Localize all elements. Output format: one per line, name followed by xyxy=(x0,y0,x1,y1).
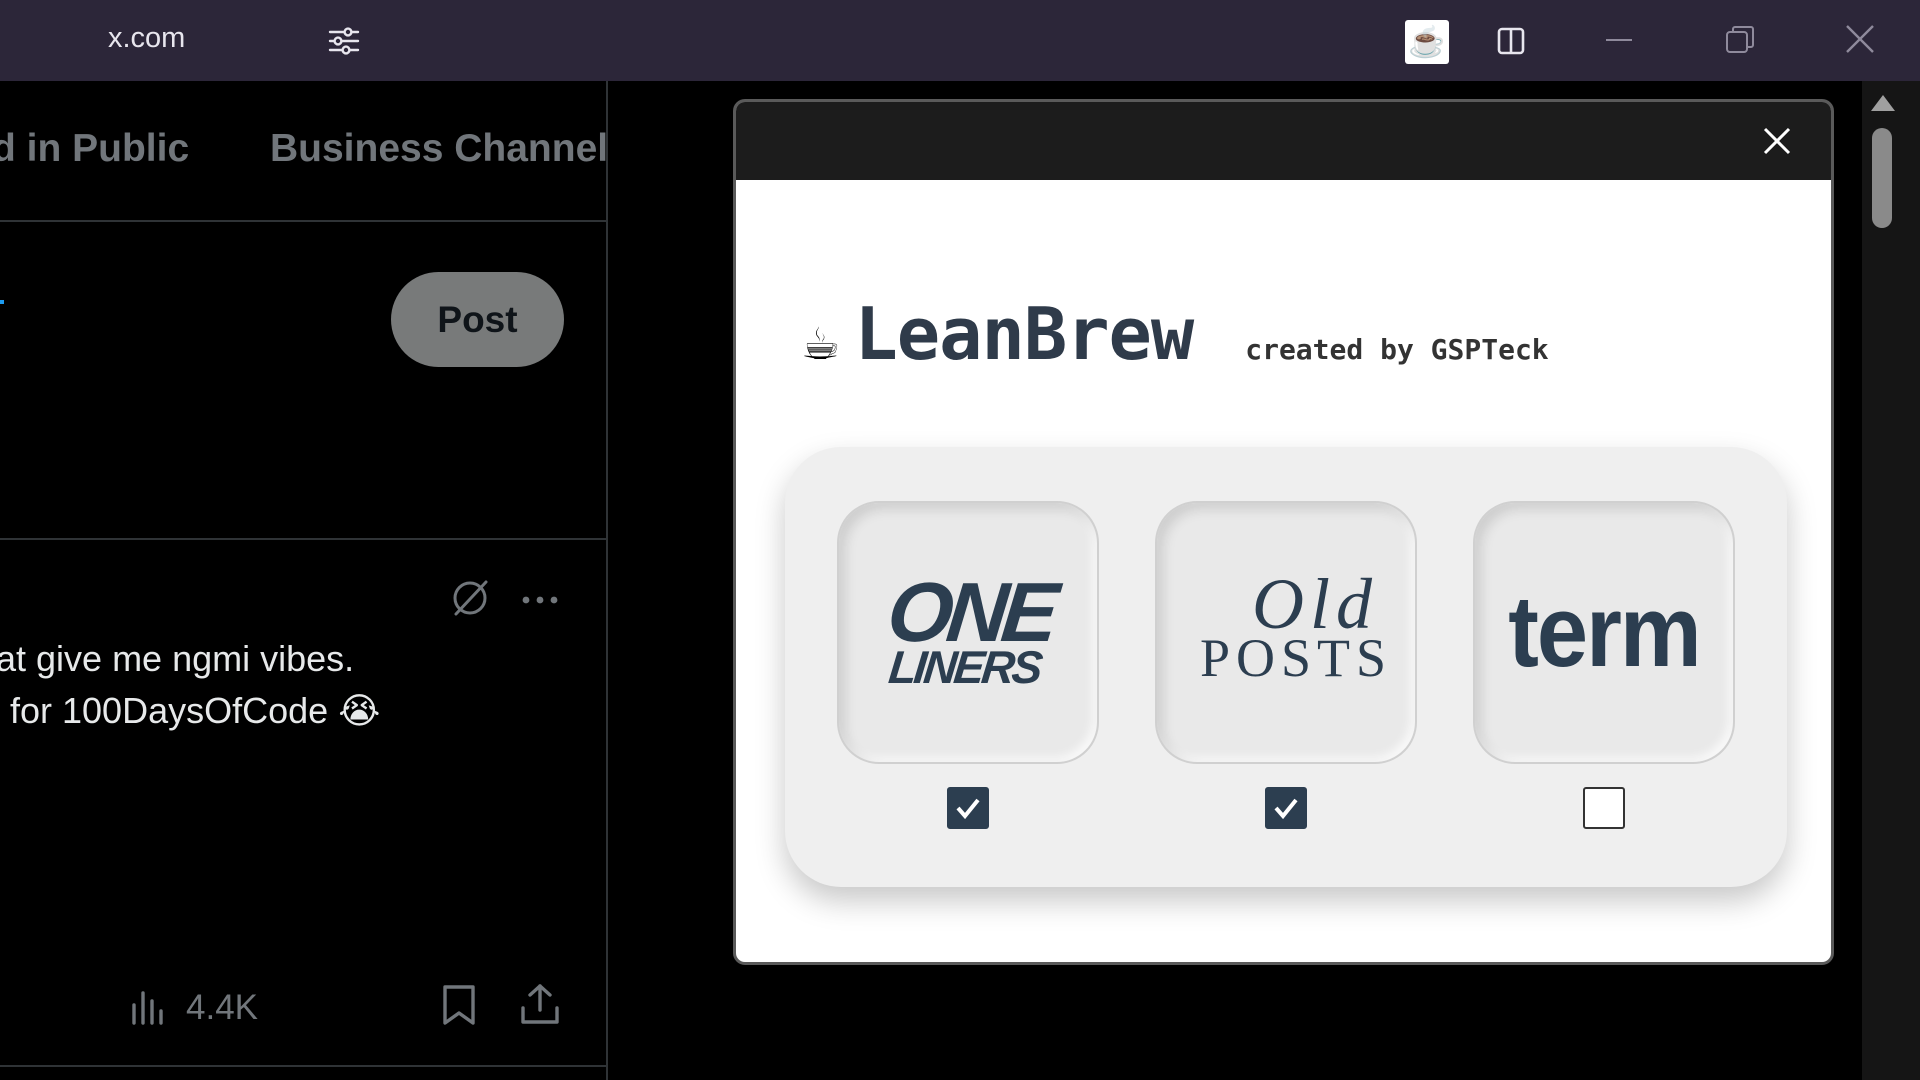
old-posts-checkbox[interactable] xyxy=(1265,787,1307,829)
option-one-liners[interactable]: ONE LINERS xyxy=(837,501,1099,764)
popup-close-icon[interactable] xyxy=(1756,120,1798,162)
compose-progress-indicator xyxy=(0,300,4,304)
restore-icon[interactable] xyxy=(1724,24,1756,56)
old-posts-logo: Old POSTS xyxy=(1200,563,1393,688)
leanbrew-popup: ☕ LeanBrew created by GSPTeck ONE LINERS… xyxy=(733,99,1834,965)
brand-name: LeanBrew xyxy=(854,292,1194,376)
tab-business-channel[interactable]: Business Channel xyxy=(270,127,608,171)
brand-credit: created by GSPTeck xyxy=(1245,333,1549,366)
post-button[interactable]: Post xyxy=(391,272,564,367)
crying-emoji-icon: 😭 xyxy=(338,691,381,732)
tab-build-in-public[interactable]: d in Public xyxy=(0,127,189,171)
minimize-icon[interactable] xyxy=(1604,26,1634,56)
popup-header xyxy=(736,102,1831,180)
checkmark-icon xyxy=(956,798,980,820)
views-count: 4.4K xyxy=(186,988,258,1027)
views-icon[interactable] xyxy=(129,987,169,1027)
option-term[interactable]: term xyxy=(1473,501,1735,764)
browser-titlebar: x.com ☕ xyxy=(0,0,1920,81)
split-view-icon[interactable] xyxy=(1496,26,1526,56)
tune-icon[interactable] xyxy=(327,24,361,58)
page-scrollbar[interactable] xyxy=(1862,81,1920,1080)
close-icon[interactable] xyxy=(1843,22,1877,56)
one-liners-checkbox[interactable] xyxy=(947,787,989,829)
timeline-tabs: d in Public Business Channel xyxy=(0,81,608,222)
more-icon[interactable] xyxy=(518,578,562,622)
brand-header: ☕ LeanBrew created by GSPTeck xyxy=(801,292,1549,376)
url-label[interactable]: x.com xyxy=(108,22,185,55)
tweet-card[interactable] xyxy=(0,542,606,1067)
coffee-extension-icon[interactable]: ☕ xyxy=(1405,20,1449,64)
options-card: ONE LINERS Old POSTS term xyxy=(785,447,1787,887)
term-checkbox[interactable] xyxy=(1583,787,1625,829)
checkmark-icon xyxy=(1274,798,1298,820)
one-liners-logo: ONE LINERS xyxy=(883,565,1058,694)
bookmark-icon[interactable] xyxy=(439,983,479,1027)
scrollbar-thumb[interactable] xyxy=(1872,128,1892,228)
tweet-text-line: for 100DaysOfCode 😭 xyxy=(10,690,381,732)
term-logo: term xyxy=(1508,575,1701,689)
timeline-column: d in Public Business Channel xyxy=(0,81,608,1080)
scroll-up-arrow-icon[interactable] xyxy=(1868,92,1898,114)
grok-icon[interactable] xyxy=(448,576,492,620)
share-icon[interactable] xyxy=(519,982,561,1026)
coffee-cup-icon: ☕ xyxy=(801,319,841,370)
option-old-posts[interactable]: Old POSTS xyxy=(1155,501,1417,764)
tweet-text-line: at give me ngmi vibes. xyxy=(0,638,355,679)
